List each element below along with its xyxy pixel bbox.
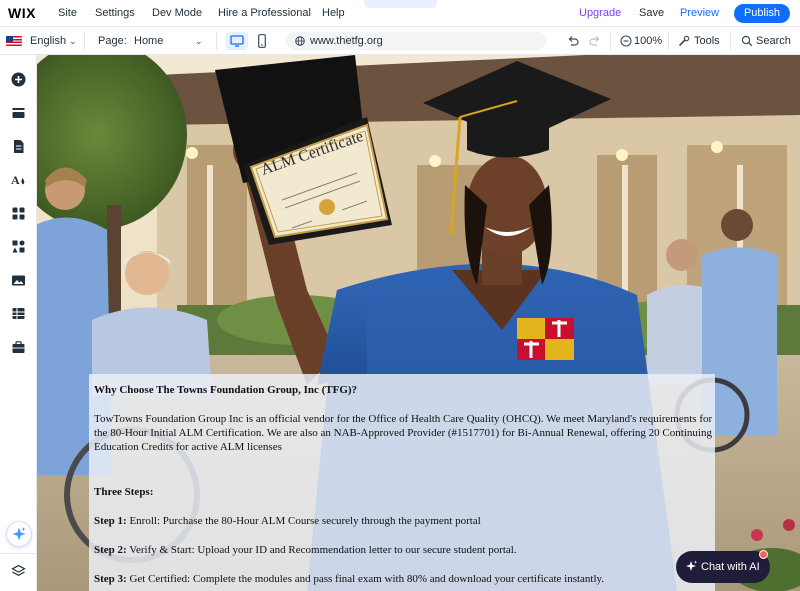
divider — [668, 32, 669, 50]
menu-help[interactable]: Help — [322, 7, 345, 19]
search-button[interactable]: Search — [756, 35, 791, 47]
collapse-toolbar-tab[interactable]: ⌃ — [364, 0, 437, 8]
mobile-icon — [258, 34, 266, 48]
pages-icon[interactable] — [11, 139, 26, 154]
svg-text:A: A — [11, 173, 20, 187]
apps-icon[interactable] — [11, 206, 26, 221]
step-1: Step 1: Enroll: Purchase the 80-Hour ALM… — [94, 514, 481, 528]
preview-button[interactable]: Preview — [680, 7, 719, 19]
step-label: Step 2: — [94, 544, 127, 556]
chevron-down-icon[interactable]: ⌄ — [195, 36, 203, 47]
sparkle-icon — [686, 560, 698, 571]
cms-icon[interactable] — [11, 306, 26, 321]
menu-settings[interactable]: Settings — [95, 7, 135, 19]
ai-assistant-icon — [12, 527, 26, 541]
top-bar: WIX Site Settings Dev Mode Hire a Profes… — [0, 0, 800, 27]
divider — [84, 32, 85, 50]
add-elements-icon[interactable] — [11, 72, 26, 87]
paragraph-line: Education Credits for active ALM license… — [94, 441, 282, 453]
redo-icon[interactable] — [589, 35, 601, 47]
wix-logo[interactable]: WIX — [8, 5, 36, 21]
zoom-icon[interactable] — [620, 35, 632, 47]
step-3: Step 3: Get Certified: Complete the modu… — [94, 572, 604, 586]
step-label: Step 1: — [94, 515, 127, 527]
maryland-flag-patch — [517, 318, 574, 360]
site-url: www.thetfg.org — [310, 35, 383, 47]
step-text: Get Certified: Complete the modules and … — [126, 573, 605, 585]
desktop-icon — [230, 35, 244, 47]
site-url-bar[interactable]: www.thetfg.org — [286, 32, 546, 50]
undo-icon[interactable] — [567, 35, 579, 47]
editor-toolbar: English ⌄ Page: Home ⌄ www.thetfg.org 10… — [0, 27, 800, 55]
us-flag-icon — [6, 36, 22, 46]
chevron-down-icon[interactable]: ⌄ — [69, 36, 77, 47]
tools-button[interactable]: Tools — [694, 35, 720, 47]
divider — [610, 32, 611, 50]
language-selector[interactable]: English — [30, 35, 66, 47]
steps-heading: Three Steps: — [94, 486, 154, 498]
globe-icon — [295, 36, 305, 46]
menu-hire-professional[interactable]: Hire a Professional — [218, 7, 311, 19]
chat-with-ai-button[interactable]: Chat with AI — [676, 550, 770, 583]
step-text: Enroll: Purchase the 80-Hour ALM Course … — [126, 515, 481, 527]
step-label: Step 3: — [94, 573, 127, 585]
portfolio-icon[interactable] — [11, 340, 26, 355]
chevron-up-icon: ⌃ — [396, 0, 403, 6]
left-toolbar: A — [0, 55, 37, 591]
search-icon[interactable] — [741, 35, 753, 47]
divider — [216, 32, 217, 50]
step-2: Step 2: Verify & Start: Upload your ID a… — [94, 543, 517, 557]
step-text: Verify & Start: Upload your ID and Recom… — [126, 544, 517, 556]
section-heading: Why Choose The Towns Foundation Group, I… — [94, 384, 358, 396]
save-button[interactable]: Save — [639, 7, 664, 19]
page-selector[interactable]: Home — [134, 35, 163, 47]
menu-dev-mode[interactable]: Dev Mode — [152, 7, 202, 19]
divider — [0, 553, 37, 554]
paragraph-line: the 80-Hour Initial ALM Certification. W… — [94, 427, 712, 439]
paragraph-line: TowTowns Foundation Group Inc is an offi… — [94, 413, 713, 425]
divider — [730, 32, 731, 50]
ai-assistant-button[interactable] — [7, 522, 31, 546]
desktop-view-button[interactable] — [226, 32, 248, 50]
business-tools-icon[interactable] — [11, 239, 26, 254]
layers-icon[interactable] — [11, 564, 26, 579]
media-icon[interactable] — [11, 273, 26, 288]
zoom-level[interactable]: 100% — [634, 35, 662, 47]
upgrade-link[interactable]: Upgrade — [579, 7, 621, 19]
menu-site[interactable]: Site — [58, 7, 77, 19]
site-design-icon[interactable]: A — [11, 172, 26, 187]
page-label: Page: — [98, 35, 127, 47]
chat-label: Chat with AI — [701, 561, 760, 573]
mobile-view-button[interactable] — [252, 32, 272, 50]
notification-dot — [759, 550, 768, 559]
content-text-box[interactable]: Why Choose The Towns Foundation Group, I… — [89, 374, 715, 591]
wrench-icon[interactable] — [678, 35, 690, 47]
publish-button[interactable]: Publish — [734, 4, 790, 23]
sections-icon[interactable] — [11, 106, 26, 121]
